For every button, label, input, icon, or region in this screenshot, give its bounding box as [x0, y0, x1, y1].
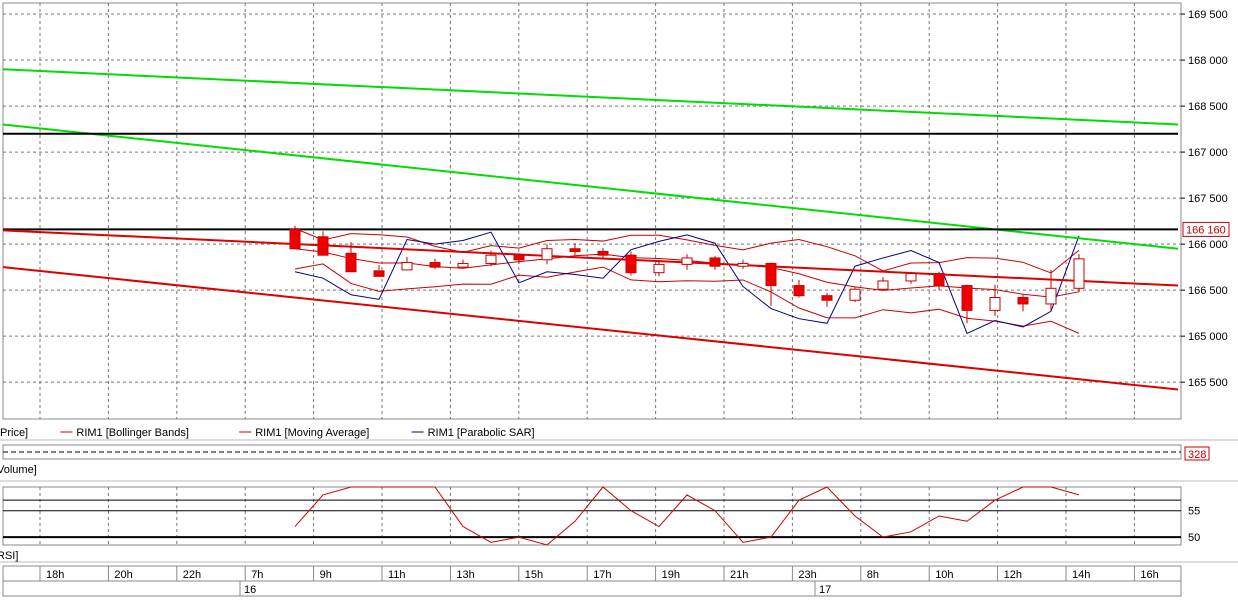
chart-root: 169 500 168 000 168 500 167 000 167 500 166 0…: [0, 0, 1238, 600]
candle: [541, 248, 553, 261]
chart-svg: 169 500 168 000 168 500 167 000 167 500 166 0…: [0, 0, 1238, 600]
candle: [933, 273, 945, 287]
candle: [597, 250, 609, 256]
time-axis-label: 16h: [1140, 569, 1158, 581]
candle: [429, 262, 441, 268]
candle: [1045, 287, 1057, 305]
time-axis-label: 23h: [798, 569, 816, 581]
time-axis-label: 10h: [935, 569, 953, 581]
rsi-panel-label: RSI]: [0, 550, 18, 562]
price-axis-tick-label: 165 000: [1188, 331, 1228, 343]
candle: [849, 288, 861, 301]
price-axis-tick-label: 166 000: [1188, 239, 1228, 251]
candle: [905, 273, 917, 282]
candle: [513, 254, 525, 261]
rsi-axis-tick-label: 50: [1188, 532, 1200, 544]
time-axis-label: 21h: [730, 569, 748, 581]
price-legend: Price] RIM1 [Bollinger Bands] RIM1 [Moving…: [0, 427, 535, 439]
candle: [569, 248, 581, 252]
candle: [289, 228, 301, 250]
price-axis-tick-label: 167 000: [1188, 147, 1228, 159]
candle: [1073, 258, 1085, 289]
candle: [989, 297, 1001, 311]
price-axis-tick-label: 165 500: [1188, 377, 1228, 389]
time-axis-label: 19h: [662, 569, 680, 581]
price-axis-tick-label: 166 500: [1188, 285, 1228, 297]
legend-label: RIM1 [Parabolic SAR]: [428, 427, 535, 439]
day-label: 16: [244, 584, 256, 596]
time-axis-label: 22h: [183, 569, 201, 581]
candle: [821, 295, 833, 301]
price-axis: 169 500 168 000 168 500 167 000 167 500 166 0…: [1181, 9, 1228, 389]
candle: [765, 262, 777, 287]
time-axis-label: 14h: [1072, 569, 1090, 581]
candle: [1017, 297, 1029, 305]
time-axis-label: 7h: [251, 569, 263, 581]
legend-label: RIM1 [Moving Average]: [255, 427, 369, 439]
candle: [877, 280, 889, 290]
candle: [345, 252, 357, 273]
candle: [737, 262, 749, 267]
time-axis-label: 9h: [320, 569, 332, 581]
time-axis-label: 11h: [388, 569, 406, 581]
candle: [709, 257, 721, 267]
legend-label: RIM1 [Bollinger Bands]: [76, 427, 188, 439]
time-axis-label: 20h: [114, 569, 132, 581]
time-axis-label: 13h: [456, 569, 474, 581]
candle: [317, 236, 329, 256]
current-price-label: 166 160: [1186, 224, 1226, 236]
price-axis-tick-label: 167 500: [1188, 193, 1228, 205]
price-axis-tick-label: 168 500: [1188, 101, 1228, 113]
candle: [485, 254, 497, 264]
current-price-tag: 166 160: [1182, 221, 1230, 237]
price-axis-tick-label: 169 500: [1188, 9, 1228, 21]
candle: [961, 285, 973, 311]
price-panel: [2, 2, 1182, 420]
candle: [373, 270, 385, 277]
volume-value-label: 328: [1188, 449, 1206, 461]
candle: [681, 257, 693, 265]
volume-panel-label: Volume]: [0, 464, 37, 476]
candle: [793, 285, 805, 297]
day-label: 17: [819, 584, 831, 596]
time-axis-label: 17h: [593, 569, 611, 581]
candle: [401, 262, 413, 271]
time-axis-label: 15h: [525, 569, 543, 581]
candle: [625, 254, 637, 274]
time-axis-label: 8h: [867, 569, 879, 581]
legend-label: Price]: [0, 427, 28, 439]
rsi-axis-tick-label: 55: [1188, 506, 1200, 518]
time-axis-label: 18h: [46, 569, 64, 581]
price-axis-tick-label: 168 000: [1188, 55, 1228, 67]
candle: [653, 263, 665, 274]
time-axis-label: 12h: [1004, 569, 1022, 581]
candle: [457, 262, 469, 268]
